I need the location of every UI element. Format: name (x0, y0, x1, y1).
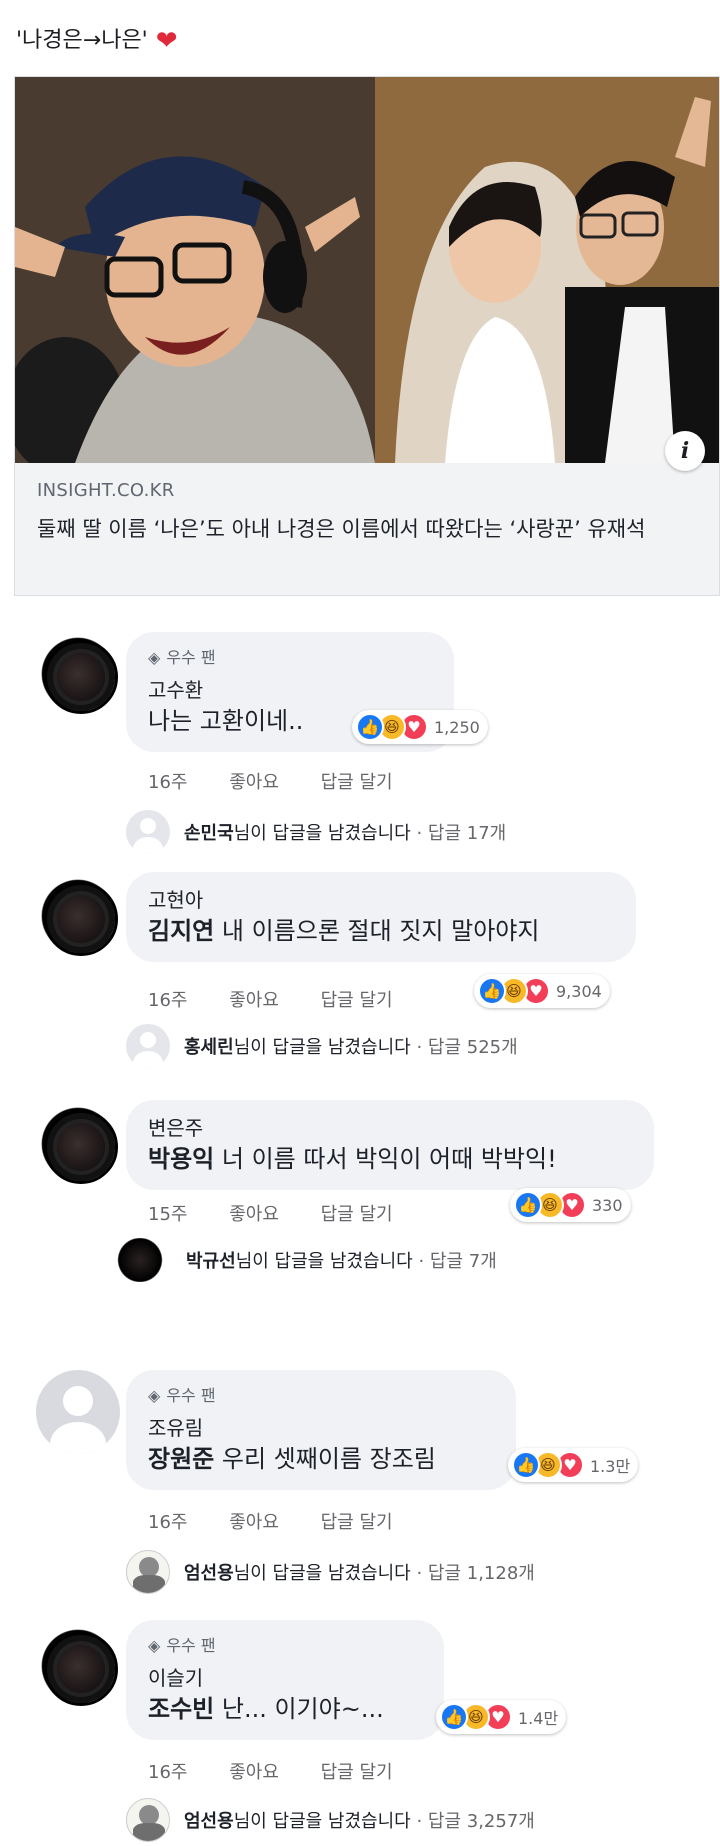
replies-link[interactable]: 엄선용님이 답글을 남겼습니다 · 답글 1,128개 (126, 1550, 535, 1594)
like-reaction-icon: 👍 (440, 1703, 468, 1731)
radio-studio-photo (15, 77, 375, 463)
comment-author[interactable]: 조유림 (148, 1414, 494, 1442)
replies-summary[interactable]: 박규선님이 답글을 남겼습니다 · 답글 7개 (186, 1247, 497, 1273)
reaction-summary[interactable]: 👍 😆 ♥ 1,250 (352, 710, 488, 744)
replies-link[interactable]: 엄선용님이 답글을 남겼습니다 · 답글 3,257개 (126, 1798, 535, 1842)
like-reaction-icon: 👍 (512, 1451, 540, 1479)
reaction-count: 330 (592, 1195, 623, 1215)
like-button[interactable]: 좋아요 (229, 1204, 279, 1225)
reply-button[interactable]: 답글 달기 (321, 1204, 393, 1225)
comment-bubble: 고현아 김지연 내 이름으론 절대 짓지 말아야지 (126, 872, 636, 962)
comment-text: 김지연 내 이름으론 절대 짓지 말아야지 (148, 917, 540, 945)
comment-actions: 16주 좋아요 답글 달기 (148, 768, 429, 794)
like-button[interactable]: 좋아요 (229, 1762, 279, 1783)
reply-avatar (108, 1238, 172, 1282)
top-fan-badge: ◈ 우수 팬 (148, 1636, 216, 1655)
comment-actions: 16주 좋아요 답글 달기 (148, 986, 429, 1012)
post-text-content: '나경은→나은' (16, 28, 148, 53)
reply-avatar (126, 1550, 170, 1594)
reply-button[interactable]: 답글 달기 (321, 1762, 393, 1783)
reaction-summary[interactable]: 👍 😆 ♥ 1.3만 (508, 1448, 639, 1482)
comment-bubble: 변은주 박용익 너 이름 따서 박익이 어때 박박익! (126, 1100, 654, 1190)
link-domain: INSIGHT.CO.KR (37, 480, 175, 501)
comment-age: 16주 (148, 772, 188, 793)
comment-text: 조수빈 난... 이기야~... (148, 1695, 384, 1723)
like-button[interactable]: 좋아요 (229, 990, 279, 1011)
like-button[interactable]: 좋아요 (229, 772, 279, 793)
diamond-icon: ◈ (148, 1386, 161, 1405)
comment-age: 16주 (148, 1512, 188, 1533)
reaction-count: 9,304 (556, 981, 602, 1001)
avatar[interactable] (36, 1370, 120, 1454)
reply-avatar (126, 1798, 170, 1842)
tagged-name[interactable]: 김지연 (148, 917, 214, 945)
replies-summary[interactable]: 손민국님이 답글을 남겼습니다 · 답글 17개 (184, 819, 506, 845)
comment-text: 장원준 우리 셋째이름 장조림 (148, 1445, 436, 1473)
top-fan-badge: ◈ 우수 팬 (148, 1386, 216, 1405)
diamond-icon: ◈ (148, 648, 161, 667)
reaction-count: 1,250 (434, 717, 480, 737)
reaction-summary[interactable]: 👍 😆 ♥ 330 (510, 1188, 631, 1222)
tagged-name[interactable]: 박용익 (148, 1145, 214, 1173)
replies-link[interactable]: 홍세린님이 답글을 남겼습니다 · 답글 525개 (126, 1024, 518, 1068)
post-text: '나경은→나은' ❤ (16, 22, 178, 56)
avatar[interactable] (36, 874, 120, 958)
link-preview-card[interactable]: i INSIGHT.CO.KR 둘째 딸 이름 ‘나은’도 아내 나경은 이름에… (14, 76, 720, 596)
like-button[interactable]: 좋아요 (229, 1512, 279, 1533)
replies-link[interactable]: 손민국님이 답글을 남겼습니다 · 답글 17개 (126, 810, 506, 854)
diamond-icon: ◈ (148, 1636, 161, 1655)
comment-actions: 16주 좋아요 답글 달기 (148, 1508, 429, 1534)
comment-age: 16주 (148, 1762, 188, 1783)
wedding-photo (375, 77, 719, 463)
comment-actions: 16주 좋아요 답글 달기 (148, 1758, 429, 1784)
replies-summary[interactable]: 홍세린님이 답글을 남겼습니다 · 답글 525개 (184, 1033, 518, 1059)
reply-button[interactable]: 답글 달기 (321, 772, 393, 793)
comment-age: 16주 (148, 990, 188, 1011)
replies-summary[interactable]: 엄선용님이 답글을 남겼습니다 · 답글 3,257개 (184, 1807, 535, 1833)
comment-bubble: ◈ 우수 팬 조유림 장원준 우리 셋째이름 장조림 (126, 1370, 516, 1490)
replies-summary[interactable]: 엄선용님이 답글을 남겼습니다 · 답글 1,128개 (184, 1559, 535, 1585)
reaction-summary[interactable]: 👍 😆 ♥ 1.4만 (436, 1700, 567, 1734)
reaction-summary[interactable]: 👍 😆 ♥ 9,304 (474, 974, 610, 1008)
reply-avatar (126, 810, 170, 854)
comment-text: 박용익 너 이름 따서 박익이 어때 박박익! (148, 1145, 557, 1173)
like-reaction-icon: 👍 (514, 1191, 542, 1219)
comment-age: 15주 (148, 1204, 188, 1225)
avatar[interactable] (36, 632, 120, 716)
info-icon[interactable]: i (665, 431, 705, 471)
tagged-name[interactable]: 장원준 (148, 1445, 214, 1473)
tagged-name[interactable]: 조수빈 (148, 1695, 214, 1723)
top-fan-badge: ◈ 우수 팬 (148, 648, 216, 667)
reply-button[interactable]: 답글 달기 (321, 1512, 393, 1533)
comment-author[interactable]: 고수환 (148, 676, 432, 704)
like-reaction-icon: 👍 (478, 977, 506, 1005)
link-preview-image[interactable] (15, 77, 719, 463)
replies-link[interactable]: 박규선님이 답글을 남겼습니다 · 답글 7개 (108, 1238, 497, 1282)
avatar[interactable] (36, 1624, 120, 1708)
avatar[interactable] (36, 1102, 120, 1186)
reaction-count: 1.4만 (518, 1709, 559, 1728)
heart-icon: ❤ (155, 26, 178, 56)
reaction-count: 1.3만 (590, 1457, 631, 1476)
comment-author[interactable]: 이슬기 (148, 1664, 422, 1692)
like-reaction-icon: 👍 (356, 713, 384, 741)
comment-author[interactable]: 고현아 (148, 886, 614, 914)
comment-actions: 15주 좋아요 답글 달기 (148, 1200, 429, 1226)
comment-author[interactable]: 변은주 (148, 1114, 632, 1142)
link-title[interactable]: 둘째 딸 이름 ‘나은’도 아내 나경은 이름에서 따왔다는 ‘사랑꾼’ 유재석 (37, 514, 697, 544)
reply-button[interactable]: 답글 달기 (321, 990, 393, 1011)
comment-bubble: ◈ 우수 팬 이슬기 조수빈 난... 이기야~... (126, 1620, 444, 1740)
reply-avatar (126, 1024, 170, 1068)
